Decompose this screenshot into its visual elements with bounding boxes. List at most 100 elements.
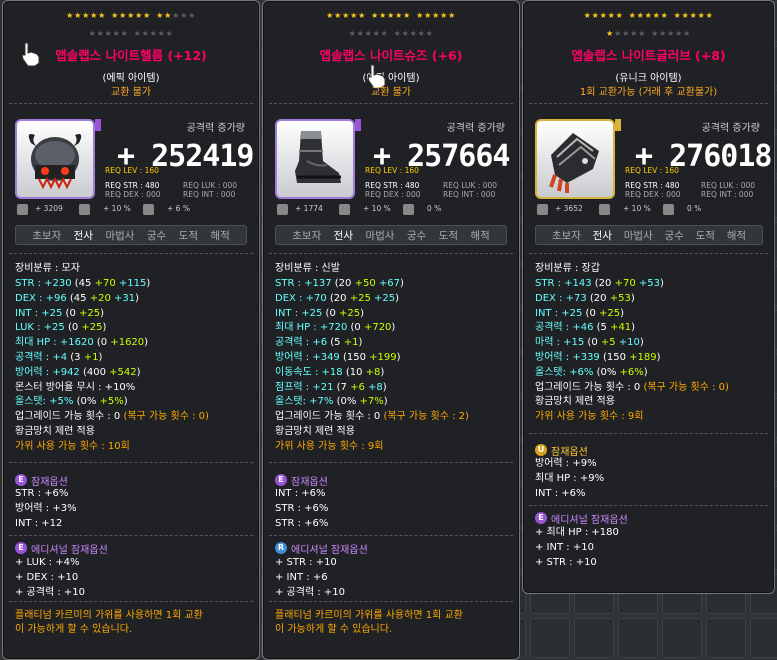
star-icon: ★ <box>638 29 646 38</box>
req-str: REQ STR : 480 <box>105 181 160 190</box>
boss-damage-icon <box>339 204 350 215</box>
potential-line: INT : +6% <box>275 488 326 499</box>
upgrade-line: 업그레이드 가능 횟수 : 0 (복구 가능 횟수 : 0) <box>535 381 729 393</box>
star-icon: ★ <box>66 11 74 20</box>
additional-line: + INT : +10 <box>535 542 594 553</box>
job-pirate: 해적 <box>210 229 230 242</box>
req-int: REQ INT : 000 <box>183 190 236 199</box>
star-icon: ★ <box>395 11 403 20</box>
divider <box>529 433 768 434</box>
star-icon: ★ <box>628 11 637 20</box>
stat-line: STR : +230 (45 +70 +115) <box>15 278 151 289</box>
star-icon: ★ <box>334 11 342 20</box>
allstat-line: 올스탯: +7% (0% +7%) <box>275 396 388 408</box>
job-warrior: 전사 <box>592 229 612 242</box>
star-icon: ★ <box>350 11 358 20</box>
req-level: REQ LEV : 160 <box>625 166 679 175</box>
stat-line: 공격력 : +46 (5 +41) <box>535 322 636 334</box>
mini-stat-c: 0 % <box>427 204 442 213</box>
shoes-icon <box>275 119 355 199</box>
req-int: REQ INT : 000 <box>701 190 754 199</box>
attack-gauge-icon <box>17 204 28 215</box>
power-label: 공격력 증가량 <box>446 123 505 134</box>
req-str: REQ STR : 480 <box>365 181 420 190</box>
job-bar: 초보자 전사 마법사 궁수 도적 해적 <box>275 225 507 245</box>
additional-line: + 공격력 : +10 <box>275 587 345 598</box>
item-grade: (유니크 아이템) <box>615 73 682 84</box>
stat-line: 몬스터 방어율 무시 : +10% <box>15 381 136 393</box>
star-force-row-2: ★★★★★ ★★★★★ <box>3 29 259 39</box>
allstat-line: 올스탯: +5% (0% +5%) <box>15 396 128 408</box>
defense-ignore-icon <box>663 204 674 215</box>
divider <box>9 253 253 254</box>
divider <box>269 535 513 536</box>
karma-scissors-note: 플래티넘 카르미의 가위를 사용하면 1회 교환 이 가능하게 할 수 있습니다. <box>275 610 463 635</box>
stat-line: 점프력 : +21 (7 +6 +8) <box>275 381 387 393</box>
divider <box>9 103 253 104</box>
gloves-icon <box>535 119 615 199</box>
star-icon: ★ <box>133 29 142 38</box>
star-icon: ★ <box>697 11 706 20</box>
star-icon: ★ <box>683 29 691 38</box>
additional-potential-epic-icon: E <box>535 512 547 524</box>
boss-damage-icon <box>79 204 90 215</box>
divider <box>529 505 768 506</box>
attack-gauge-icon <box>537 204 548 215</box>
job-magician: 마법사 <box>623 229 653 242</box>
item-title: 앱솔랩스 나이트글러브 (+8) <box>571 48 726 63</box>
star-icon: ★ <box>156 11 164 20</box>
additional-potential-title: 에디셔널 잠재옵션 <box>551 515 628 526</box>
req-str: REQ STR : 480 <box>625 181 680 190</box>
star-icon: ★ <box>358 11 366 20</box>
item-grade: (에픽 아이템) <box>362 73 420 84</box>
item-title: 앱솔랩스 나이트헬름 (+12) <box>55 48 207 63</box>
attack-gauge-icon <box>277 204 288 215</box>
star-icon: ★ <box>651 29 659 38</box>
star-icon: ★ <box>607 11 616 20</box>
star-icon: ★ <box>393 29 402 38</box>
star-icon: ★ <box>614 29 622 38</box>
mini-stat-b: + 10 % <box>103 204 131 213</box>
job-beginner: 초보자 <box>292 229 322 242</box>
star-icon: ★ <box>440 11 448 20</box>
power-label: 공격력 증가량 <box>701 123 760 134</box>
scissors-line: 가위 사용 가능 횟수 : 9회 <box>535 411 644 423</box>
item-tooltip-shoes: ★★★★★ ★★★★★ ★★★★★ ★★★★★ ★★★★★ 앱솔랩스 나이트슈즈 (+… <box>262 0 520 660</box>
req-luk: REQ LUK : 000 <box>183 181 238 190</box>
potential-line: 최대 HP : +9% <box>535 473 605 484</box>
star-icon: ★ <box>180 11 188 20</box>
stat-line: LUK : +25 (0 +25) <box>15 322 107 334</box>
job-bar: 초보자 전사 마법사 궁수 도적 해적 <box>535 225 763 245</box>
divider <box>9 601 253 602</box>
divider <box>529 253 768 254</box>
stat-line: 방어력 : +339 (150 +189) <box>535 352 661 363</box>
star-icon: ★ <box>342 11 350 20</box>
equip-category: 장비분류 : 모자 <box>15 263 80 274</box>
mini-stat-b: + 10 % <box>363 204 391 213</box>
job-pirate: 해적 <box>470 229 490 242</box>
additional-potential-title: 에디셔널 잠재옵션 <box>31 545 108 556</box>
mini-stat-a: + 3209 <box>35 204 63 213</box>
trade-status: 1회 교환가능 (거래 후 교환불가) <box>579 87 718 98</box>
potential-line: INT : +6% <box>535 488 586 499</box>
hammer-line: 황금망치 제련 적용 <box>535 396 615 408</box>
divider <box>9 462 253 463</box>
mini-stat-b: + 10 % <box>623 204 651 213</box>
item-title: 앱솔랩스 나이트슈즈 (+6) <box>319 48 463 63</box>
item-grade: (에픽 아이템) <box>102 73 160 84</box>
star-icon: ★ <box>348 29 357 38</box>
star-icon: ★ <box>165 29 174 38</box>
upgrade-line: 업그레이드 가능 횟수 : 0 (복구 가능 횟수 : 2) <box>275 411 469 423</box>
star-icon: ★ <box>172 11 180 20</box>
potential-line: INT : +12 <box>15 518 63 529</box>
job-pirate: 해적 <box>726 229 747 242</box>
star-icon: ★ <box>135 11 143 20</box>
mini-stat-a: + 1774 <box>295 204 323 213</box>
stat-line: 최대 HP : +720 (0 +720) <box>275 322 396 334</box>
req-dex: REQ DEX : 000 <box>105 190 161 199</box>
additional-line: + 공격력 : +10 <box>15 587 85 598</box>
star-icon: ★ <box>689 11 698 20</box>
allstat-line: 올스탯: +6% (0% +6%) <box>535 366 648 378</box>
job-thief: 도적 <box>178 229 198 242</box>
equip-category: 장비분류 : 신발 <box>275 263 340 274</box>
